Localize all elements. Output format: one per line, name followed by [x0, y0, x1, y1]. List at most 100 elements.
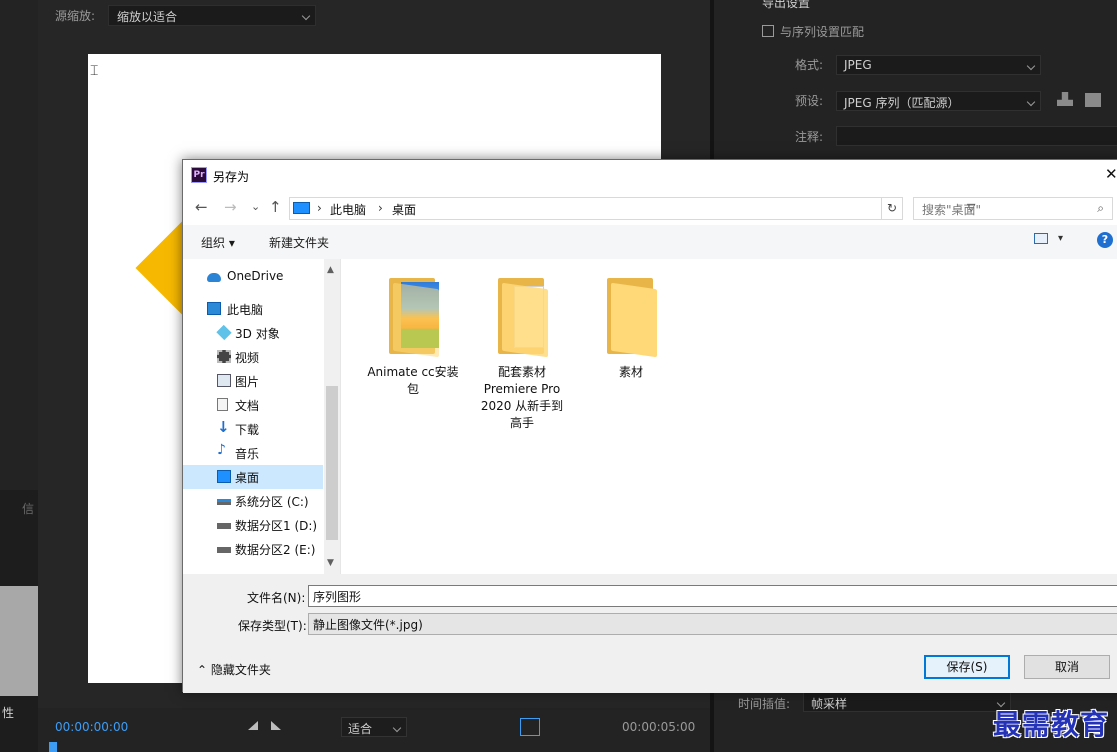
- mark-out-icon[interactable]: [271, 721, 281, 730]
- computer-icon: [207, 302, 221, 315]
- preset-label: 预设:: [795, 94, 824, 108]
- breadcrumb-separator: ›: [317, 201, 322, 215]
- nav-item-drive-c[interactable]: 系统分区 (C:): [183, 489, 323, 513]
- scroll-down-icon[interactable]: ▼: [327, 558, 334, 568]
- view-dropdown-icon[interactable]: ▾: [1058, 233, 1063, 244]
- file-item-materials[interactable]: 素材: [584, 274, 678, 381]
- nav-item-this-pc[interactable]: 此电脑: [183, 297, 323, 321]
- hide-folders-label: 隐藏文件夹: [210, 663, 271, 677]
- cancel-button[interactable]: 取消: [1024, 655, 1110, 679]
- nav-item-music[interactable]: ♪ 音乐: [183, 441, 323, 465]
- drive-icon: [217, 499, 231, 505]
- notes-input[interactable]: [836, 126, 1117, 146]
- scroll-up-icon[interactable]: ▲: [327, 265, 334, 275]
- filetype-select[interactable]: 静止图像文件(*.jpg): [308, 613, 1117, 635]
- nav-item-label: 下载: [235, 423, 260, 437]
- nav-item-3d-objects[interactable]: 3D 对象: [183, 321, 323, 345]
- refresh-button[interactable]: ↻: [881, 197, 903, 220]
- picture-icon: [217, 374, 231, 387]
- format-select[interactable]: JPEG: [836, 55, 1041, 75]
- left-panel-tab[interactable]: 信: [22, 500, 34, 517]
- new-folder-button[interactable]: 新建文件夹: [269, 234, 329, 251]
- nav-scrollbar-thumb[interactable]: [326, 386, 338, 540]
- desktop-icon: [293, 202, 310, 214]
- back-arrow-icon[interactable]: ←: [195, 198, 208, 216]
- preset-select[interactable]: JPEG 序列（匹配源）: [836, 91, 1041, 111]
- hide-folders-toggle[interactable]: ⌃ 隐藏文件夹: [197, 661, 271, 678]
- nav-item-label: 数据分区1 (D:): [235, 519, 318, 533]
- recent-locations-icon[interactable]: ⌄: [251, 200, 260, 213]
- help-icon[interactable]: ?: [1097, 232, 1113, 248]
- file-list: Animate cc安装包 配套素材 Premiere Pro 2020 从新手…: [340, 259, 1117, 574]
- source-scale-label: 源缩放:: [55, 9, 96, 23]
- chevron-up-icon: ⌃: [197, 663, 211, 677]
- organize-button[interactable]: 组织 ▾: [201, 234, 235, 251]
- address-bar[interactable]: › 此电脑 › 桌面 ▽: [289, 197, 975, 220]
- import-preset-icon[interactable]: [1085, 93, 1101, 107]
- preset-value: JPEG 序列（匹配源）: [844, 96, 960, 110]
- nav-item-desktop[interactable]: 桌面: [183, 465, 323, 489]
- playhead-icon[interactable]: [49, 742, 57, 752]
- up-arrow-icon[interactable]: ↑: [269, 198, 282, 216]
- forward-arrow-icon[interactable]: →: [224, 198, 237, 216]
- nav-item-onedrive[interactable]: OneDrive: [183, 265, 323, 289]
- document-icon: [217, 398, 228, 411]
- dialog-footer: 文件名(N): 保存类型(T): 静止图像文件(*.jpg) ⌃ 隐藏文件夹 保…: [183, 574, 1117, 693]
- navigation-row: ← → ⌄ ↑ › 此电脑 › 桌面 ▽ ↻ 搜索"桌面" ⌕: [183, 191, 1117, 225]
- fit-value: 适合: [348, 722, 373, 736]
- file-item-materials-book[interactable]: 配套素材 Premiere Pro 2020 从新手到高手: [475, 274, 569, 432]
- nav-item-label: 3D 对象: [235, 327, 280, 341]
- watermark: 最需教育: [993, 708, 1110, 741]
- file-item-label: 素材: [618, 365, 643, 379]
- format-label: 格式:: [795, 58, 824, 72]
- timecode-in[interactable]: 00:00:00:00: [55, 720, 128, 734]
- filename-input[interactable]: [308, 585, 1117, 607]
- search-input[interactable]: 搜索"桌面" ⌕: [913, 197, 1113, 220]
- close-icon[interactable]: ✕: [1105, 165, 1117, 183]
- timecode-out: 00:00:05:00: [622, 720, 696, 734]
- drive-icon: [217, 523, 231, 529]
- notes-label: 注释:: [795, 130, 824, 144]
- fit-select[interactable]: 适合: [341, 717, 407, 737]
- music-icon: ♪: [217, 442, 226, 458]
- match-sequence-checkbox[interactable]: [762, 25, 774, 37]
- left-thumbnail[interactable]: [0, 586, 38, 696]
- premiere-app-icon: Pr: [191, 167, 207, 183]
- file-item-label: 配套素材 Premiere Pro 2020 从新手到高手: [480, 365, 564, 430]
- nav-item-drive-e[interactable]: 数据分区2 (E:): [183, 537, 323, 561]
- export-settings-header[interactable]: 导出设置: [762, 0, 810, 11]
- dialog-toolbar: 组织 ▾ 新建文件夹 ▾ ?: [183, 225, 1117, 259]
- search-placeholder: 搜索"桌面": [922, 203, 982, 217]
- nav-item-label: 数据分区2 (E:): [235, 543, 316, 557]
- source-scale-select[interactable]: 缩放以适合: [108, 5, 316, 26]
- breadcrumb-desktop[interactable]: 桌面: [392, 201, 416, 218]
- export-frame-icon[interactable]: [520, 718, 540, 736]
- nav-item-pictures[interactable]: 图片: [183, 369, 323, 393]
- film-icon: [217, 350, 231, 363]
- filetype-label: 保存类型(T):: [238, 619, 307, 633]
- mark-in-icon[interactable]: [248, 721, 258, 730]
- time-interpolation-select[interactable]: 帧采样: [803, 692, 1011, 712]
- match-sequence-label: 与序列设置匹配: [780, 25, 865, 39]
- dialog-titlebar[interactable]: Pr 另存为 ✕: [183, 160, 1117, 191]
- nav-item-label: 文档: [235, 399, 260, 413]
- save-button[interactable]: 保存(S): [924, 655, 1010, 679]
- nav-item-videos[interactable]: 视频: [183, 345, 323, 369]
- time-interpolation-value: 帧采样: [811, 697, 848, 711]
- time-interpolation-label: 时间插值:: [738, 697, 791, 711]
- nav-item-downloads[interactable]: ↓ 下载: [183, 417, 323, 441]
- archive-folder-icon: [381, 274, 445, 358]
- folder-icon: [599, 274, 663, 358]
- dialog-title: 另存为: [213, 170, 250, 184]
- nav-item-label: 系统分区 (C:): [235, 495, 309, 509]
- nav-item-label: 此电脑: [227, 303, 264, 317]
- nav-item-label: OneDrive: [227, 269, 284, 283]
- breadcrumb-this-pc[interactable]: 此电脑: [330, 201, 366, 218]
- file-item-animate[interactable]: Animate cc安装包: [366, 274, 460, 398]
- nav-item-drive-d[interactable]: 数据分区1 (D:): [183, 513, 323, 537]
- desktop-icon: [217, 470, 231, 483]
- download-icon: ↓: [217, 418, 230, 436]
- nav-item-documents[interactable]: 文档: [183, 393, 323, 417]
- search-icon[interactable]: ⌕: [1097, 201, 1104, 216]
- view-options-icon[interactable]: [1034, 233, 1048, 244]
